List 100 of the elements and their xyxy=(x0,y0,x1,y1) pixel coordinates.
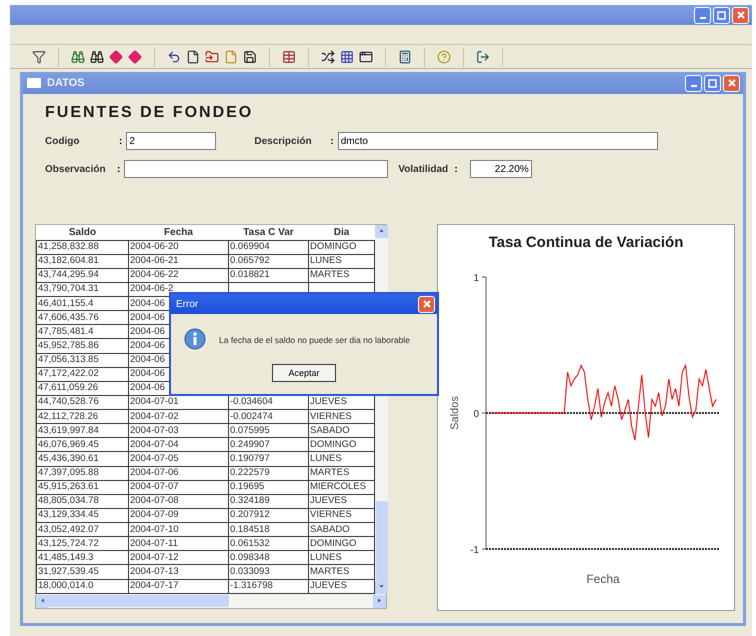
table-cell: 0.249907 xyxy=(228,438,308,452)
table-cell: 43,619,997.84 xyxy=(36,424,128,438)
y-axis-title: Saldos xyxy=(449,396,461,430)
description-field[interactable]: dmcto xyxy=(338,132,658,150)
field-separator: : xyxy=(119,136,122,146)
table-cell: 0.19695 xyxy=(228,480,308,494)
table-cell: 47,172,422.02 xyxy=(36,367,128,382)
table-cell: 2004-07-10 xyxy=(128,522,228,537)
table-cell: 48,805,034.78 xyxy=(36,494,128,508)
window-icon[interactable] xyxy=(359,50,373,64)
scroll-left-button[interactable] xyxy=(36,594,49,608)
code-field[interactable]: 2 xyxy=(126,132,216,150)
table-cell: 2004-07-05 xyxy=(128,452,228,466)
table-cell: 0.190797 xyxy=(228,452,308,466)
table-cell: 47,611,059.26 xyxy=(36,381,128,396)
table-cell: 45,915,263.61 xyxy=(36,480,128,494)
diamond-icon[interactable] xyxy=(128,50,142,64)
field-separator: : xyxy=(454,164,458,174)
table-cell: 0.098348 xyxy=(228,550,308,565)
table-cell: 2004-07-02 xyxy=(128,410,228,424)
field-label: Codigo xyxy=(45,136,80,146)
observation-field[interactable] xyxy=(124,160,388,178)
scroll-right-button[interactable] xyxy=(373,594,386,608)
minimize-button[interactable] xyxy=(685,74,702,92)
table-cell: 2004-07-09 xyxy=(128,508,228,522)
table-icon[interactable] xyxy=(282,50,296,64)
window-icon xyxy=(27,78,41,88)
table-cell: 43,129,334.45 xyxy=(36,508,128,522)
field-separator: : xyxy=(117,164,120,174)
file-icon[interactable] xyxy=(186,50,200,64)
table-cell: 31,927,539.45 xyxy=(36,564,128,579)
table-cell: 43,182,604.81 xyxy=(36,254,128,268)
table-cell: 2004-07-07 xyxy=(128,480,228,494)
table-cell: 43,790,704.31 xyxy=(36,282,128,296)
table-cell: MARTES xyxy=(308,564,374,579)
table-cell: 2004-06-20 xyxy=(128,240,228,254)
undo-icon[interactable] xyxy=(167,50,181,64)
horizontal-scrollbar[interactable] xyxy=(36,594,386,608)
table-cell: 2004-07-11 xyxy=(128,536,228,551)
close-button[interactable] xyxy=(418,296,435,312)
volatility-field[interactable]: 22.20% xyxy=(470,160,532,178)
y-tick-label: -1 xyxy=(470,545,479,556)
maximize-button[interactable] xyxy=(704,74,721,92)
minimize-button[interactable] xyxy=(694,6,711,24)
table-cell: VIERNES xyxy=(308,410,374,424)
folder-icon[interactable] xyxy=(205,50,219,64)
scroll-thumb[interactable] xyxy=(376,501,388,581)
close-icon xyxy=(736,10,746,20)
arrow-icon xyxy=(39,596,46,604)
close-icon xyxy=(422,299,432,309)
table-cell: LUNES xyxy=(308,254,374,268)
table-cell: LUNES xyxy=(308,452,374,466)
maximize-icon xyxy=(708,78,717,88)
field-separator: : xyxy=(330,136,334,146)
column-header: Fecha xyxy=(128,225,228,240)
table-cell: 2004-07-06 xyxy=(128,466,228,480)
y-tick-label: 1 xyxy=(473,273,479,284)
table-cell: 0.033093 xyxy=(228,564,308,579)
diamond-icon[interactable] xyxy=(109,50,123,64)
table-cell: 0.069904 xyxy=(228,240,308,254)
scroll-up-button[interactable] xyxy=(375,225,388,238)
table-cell: MARTES xyxy=(308,268,374,282)
table-cell: 43,052,492.07 xyxy=(36,522,128,537)
field-label: Observación xyxy=(45,164,107,174)
table-cell: 0.018821 xyxy=(228,268,308,282)
table-cell: 0.184518 xyxy=(228,522,308,537)
scroll-down-button[interactable] xyxy=(375,581,388,594)
table-cell: 0.207912 xyxy=(228,508,308,522)
calculator-icon[interactable] xyxy=(398,50,412,64)
filter-icon[interactable] xyxy=(32,50,46,64)
table-cell: 43,744,295.94 xyxy=(36,268,128,282)
table-cell: 0.061532 xyxy=(228,536,308,551)
table-cell: 46,076,969.45 xyxy=(36,438,128,452)
column-header: Saldo xyxy=(36,225,128,240)
table-cell: VIERNES xyxy=(308,508,374,522)
binoculars-icon[interactable] xyxy=(90,50,104,64)
table-cell: -0.002474 xyxy=(228,410,308,424)
save-icon[interactable] xyxy=(243,50,257,64)
table-cell: 42,112,728.26 xyxy=(36,410,128,424)
table-cell: 0.075995 xyxy=(228,424,308,438)
accept-button[interactable]: Aceptar xyxy=(272,364,336,382)
table-cell: 45,436,390.61 xyxy=(36,452,128,466)
shuffle-icon[interactable] xyxy=(321,50,335,64)
table-cell: 2004-07-04 xyxy=(128,438,228,452)
dialog-title: Error xyxy=(176,298,198,310)
close-icon xyxy=(726,78,736,88)
table-cell: 46,401,155.4 xyxy=(36,296,128,311)
arrow-icon xyxy=(378,227,385,234)
table-cell: DOMINGO xyxy=(308,536,374,551)
table-cell: 2004-06-22 xyxy=(128,268,228,282)
maximize-button[interactable] xyxy=(713,6,730,24)
close-button[interactable] xyxy=(723,74,740,92)
grid-icon[interactable] xyxy=(340,50,354,64)
exit-icon[interactable] xyxy=(476,50,490,64)
field-label: Volatilidad xyxy=(398,164,450,174)
table-cell: SABADO xyxy=(308,522,374,537)
table-cell: MIERCOLES xyxy=(308,480,374,494)
table-cell: DOMINGO xyxy=(308,240,374,254)
close-button[interactable] xyxy=(732,6,749,24)
scroll-thumb[interactable] xyxy=(49,595,229,607)
